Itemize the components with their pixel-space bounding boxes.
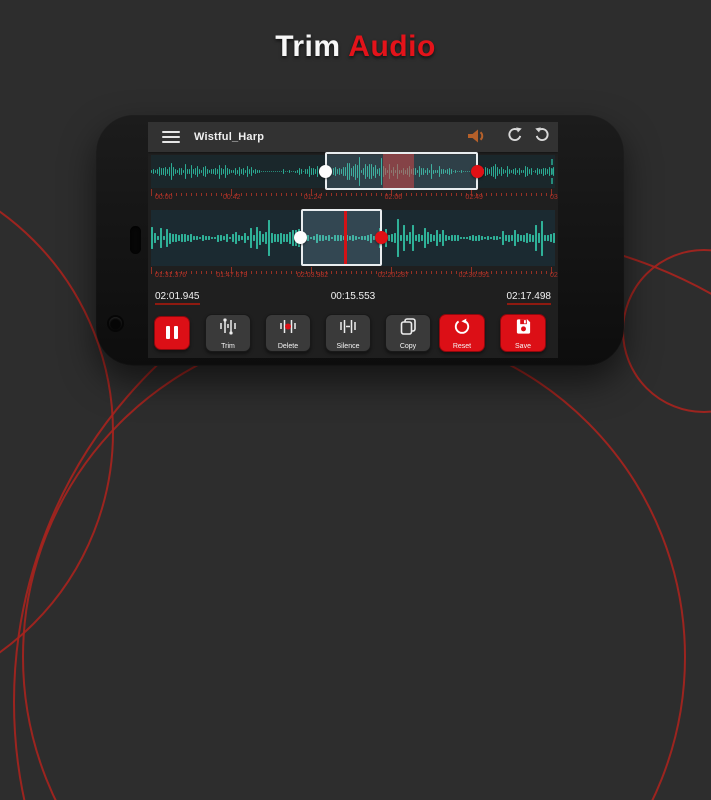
zoom-selection-start-handle[interactable] (294, 231, 307, 244)
trim-icon (218, 318, 238, 335)
save-label: Save (501, 343, 545, 350)
toolbar: Trim Delete (148, 312, 558, 358)
app-bar: Wistful_Harp (148, 122, 558, 152)
delete-button[interactable]: Delete (265, 314, 311, 352)
phone-frame: Wistful_Harp (96, 114, 624, 366)
copy-label: Copy (386, 343, 430, 350)
trim-label: Trim (206, 343, 250, 350)
selection-start-time[interactable]: 02:01.945 (155, 291, 200, 305)
delete-icon (278, 318, 298, 335)
track-title: Wistful_Harp (194, 131, 264, 143)
reset-icon (453, 318, 471, 335)
marked-region (383, 154, 414, 188)
speaker-button[interactable] (466, 127, 488, 147)
silence-label: Silence (326, 343, 370, 350)
zoom-selection-end-handle[interactable] (375, 231, 388, 244)
delete-label: Delete (266, 343, 310, 350)
selection-duration: 00:15.553 (331, 291, 376, 302)
overview-selection[interactable] (325, 152, 478, 190)
pause-button[interactable] (154, 316, 190, 350)
page-title-white: Trim (275, 30, 340, 63)
trim-button[interactable]: Trim (205, 314, 251, 352)
overview-selection-start-handle[interactable] (319, 165, 332, 178)
earpiece-speaker (130, 226, 141, 254)
selection-end-time[interactable]: 02:17.498 (507, 291, 552, 305)
undo-button[interactable] (506, 127, 528, 147)
overview-selection-end-handle[interactable] (471, 165, 484, 178)
redo-button[interactable] (534, 127, 556, 147)
time-readout-row: 02:01.945 00:15.553 02:17.498 (148, 291, 558, 309)
page-title: Trim Audio (0, 30, 711, 64)
speaker-icon (466, 127, 488, 145)
silence-button[interactable]: Silence (325, 314, 371, 352)
save-icon (515, 318, 532, 335)
reset-button[interactable]: Reset (439, 314, 485, 352)
copy-button[interactable]: Copy (385, 314, 431, 352)
menu-icon (162, 131, 180, 133)
undo-icon (506, 127, 523, 144)
track-end-marker (551, 159, 553, 184)
save-button[interactable]: Save (500, 314, 546, 352)
silence-icon (338, 318, 358, 335)
redo-icon (534, 127, 551, 144)
page-title-red: Audio (348, 30, 435, 63)
copy-icon (399, 318, 417, 335)
pause-icon (166, 326, 178, 339)
app-screen: Wistful_Harp (148, 122, 558, 358)
zoom-time-labels: 01:31.376 01:47.679 02:03.982 02:20.287 … (151, 272, 555, 281)
front-camera (109, 317, 122, 330)
zoom-selection[interactable] (301, 209, 382, 266)
overview-time-labels: 00:00 00:42 01:24 02:06 02:49 03:31 (151, 194, 555, 203)
reset-label: Reset (440, 343, 484, 350)
menu-button[interactable] (162, 131, 180, 143)
playhead (344, 211, 347, 264)
